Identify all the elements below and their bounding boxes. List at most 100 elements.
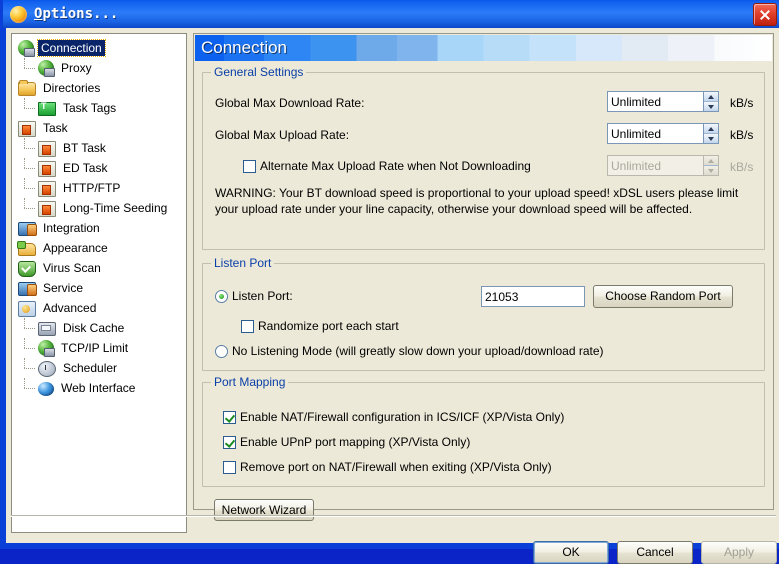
checkbox-box-icon [241,320,254,333]
tree-indent-guide [18,338,38,358]
clipboard-icon [38,181,56,197]
alternate-upload-rate-checkbox[interactable]: Alternate Max Upload Rate when Not Downl… [243,159,531,173]
upload-rate-unit: kB/s [730,128,753,142]
sidebar-item-connection[interactable]: Connection [18,38,184,58]
sidebar-item-label: Task [40,120,71,136]
no-listening-mode-radio[interactable]: No Listening Mode (will greatly slow dow… [215,344,604,358]
tree-indent-guide [18,358,38,378]
sidebar-item-scheduler[interactable]: Scheduler [18,358,184,378]
sidebar-item-proxy[interactable]: Proxy [18,58,184,78]
tree-indent-guide [18,378,38,398]
settings-page: Connection General Settings Global Max D… [193,33,774,510]
port-mapping-option-2-label: Remove port on NAT/Firewall when exiting… [240,460,552,474]
sidebar-item-label: Connection [38,40,105,56]
sidebar-item-label: Directories [40,80,103,96]
sidebar-item-label: HTTP/FTP [60,180,123,196]
dialog-client-area: Connection Proxy Directories Task Tags Task B… [6,28,779,543]
sidebar-item-bt-task[interactable]: BT Task [18,138,184,158]
global-max-upload-rate-label: Global Max Upload Rate: [215,128,349,142]
sidebar-item-ed-task[interactable]: ED Task [18,158,184,178]
sidebar-item-long-time-seeding[interactable]: Long-Time Seeding [18,198,184,218]
spin-up-icon[interactable] [704,124,718,134]
sidebar-item-appearance[interactable]: Appearance [18,238,184,258]
title-bar: Options... [3,0,779,28]
web-globe-icon [38,382,54,396]
sidebar-item-http-ftp[interactable]: HTTP/FTP [18,178,184,198]
settings-tree[interactable]: Connection Proxy Directories Task Tags Task B… [12,34,186,398]
alternate-upload-rate-input [607,155,703,176]
global-max-upload-rate-input[interactable] [607,123,703,144]
listen-port-input[interactable] [481,286,585,307]
network-wizard-button[interactable]: Network Wizard [214,499,314,521]
port-mapping-option-0[interactable]: Enable NAT/Firewall configuration in ICS… [223,410,564,424]
sidebar-item-label: Proxy [58,60,95,76]
sidebar-item-label: Disk Cache [60,320,127,336]
warning-text: WARNING: Your BT download speed is propo… [215,185,755,217]
global-max-download-rate-label: Global Max Download Rate: [215,96,364,110]
radio-circle-icon [215,345,228,358]
sidebar-item-directories[interactable]: Directories [18,78,184,98]
sidebar-item-tcp-ip-limit[interactable]: TCP/IP Limit [18,338,184,358]
global-max-download-rate-input[interactable] [607,91,703,112]
footer-divider [11,515,776,517]
download-rate-spin-arrows[interactable] [703,91,719,112]
sidebar-item-service[interactable]: Service [18,278,184,298]
apply-button: Apply [701,541,777,564]
sidebar-item-label: Long-Time Seeding [60,200,170,216]
page-title: Connection [201,38,287,58]
general-settings-group: General Settings Global Max Download Rat… [202,72,765,250]
sidebar-item-task[interactable]: Task [18,118,184,138]
radio-circle-icon [215,290,228,303]
sidebar-item-web-interface[interactable]: Web Interface [18,378,184,398]
tag-icon [38,102,56,116]
global-max-download-rate-spinner[interactable] [607,91,719,112]
spin-down-icon[interactable] [704,134,718,143]
app-orb-icon [10,6,27,23]
tree-indent-guide [18,98,38,118]
people-icon [18,282,36,296]
sidebar-item-task-tags[interactable]: Task Tags [18,98,184,118]
alternate-rate-unit: kB/s [730,160,753,174]
sidebar-item-advanced[interactable]: Advanced [18,298,184,318]
clipboard-icon [38,161,56,177]
sidebar-item-integration[interactable]: Integration [18,218,184,238]
tree-indent-guide [18,158,38,178]
options-dialog-window: Options... Connection Proxy Directories Tas… [0,0,779,549]
listen-port-radio[interactable]: Listen Port: [215,289,293,303]
spin-up-icon [704,156,718,166]
cancel-button[interactable]: Cancel [617,541,693,564]
randomize-port-checkbox[interactable]: Randomize port each start [241,319,399,333]
sidebar-item-label: ED Task [60,160,110,176]
globe-icon [38,340,54,356]
upload-rate-spin-arrows[interactable] [703,123,719,144]
port-mapping-group: Port Mapping Enable NAT/Firewall configu… [202,382,765,487]
port-mapping-option-1[interactable]: Enable UPnP port mapping (XP/Vista Only) [223,435,470,449]
tree-indent-guide [18,198,38,218]
checkbox-box-icon [223,461,236,474]
spin-up-icon[interactable] [704,92,718,102]
sidebar-item-virus-scan[interactable]: Virus Scan [18,258,184,278]
listen-port-radio-label: Listen Port: [232,289,293,303]
choose-random-port-button[interactable]: Choose Random Port [593,285,733,308]
general-settings-legend: General Settings [211,65,306,79]
ok-button[interactable]: OK [533,541,609,564]
checkbox-box-icon [243,160,256,173]
clipboard-icon [18,121,36,137]
spin-down-icon [704,166,718,175]
port-mapping-legend: Port Mapping [211,375,288,389]
randomize-port-label: Randomize port each start [258,319,399,333]
port-mapping-option-1-label: Enable UPnP port mapping (XP/Vista Only) [240,435,470,449]
alternate-upload-rate-spinner [607,155,719,176]
port-mapping-option-0-label: Enable NAT/Firewall configuration in ICS… [240,410,564,424]
sidebar-item-label: Web Interface [58,380,138,396]
sidebar-item-label: Scheduler [60,360,120,376]
tree-indent-guide [18,178,38,198]
settings-tree-panel[interactable]: Connection Proxy Directories Task Tags Task B… [11,33,187,533]
spin-down-icon[interactable] [704,102,718,111]
close-icon[interactable] [753,3,777,26]
port-mapping-option-2[interactable]: Remove port on NAT/Firewall when exiting… [223,460,552,474]
sidebar-item-disk-cache[interactable]: Disk Cache [18,318,184,338]
global-max-upload-rate-spinner[interactable] [607,123,719,144]
sidebar-item-label: TCP/IP Limit [58,340,131,356]
sidebar-item-label: Appearance [40,240,111,256]
